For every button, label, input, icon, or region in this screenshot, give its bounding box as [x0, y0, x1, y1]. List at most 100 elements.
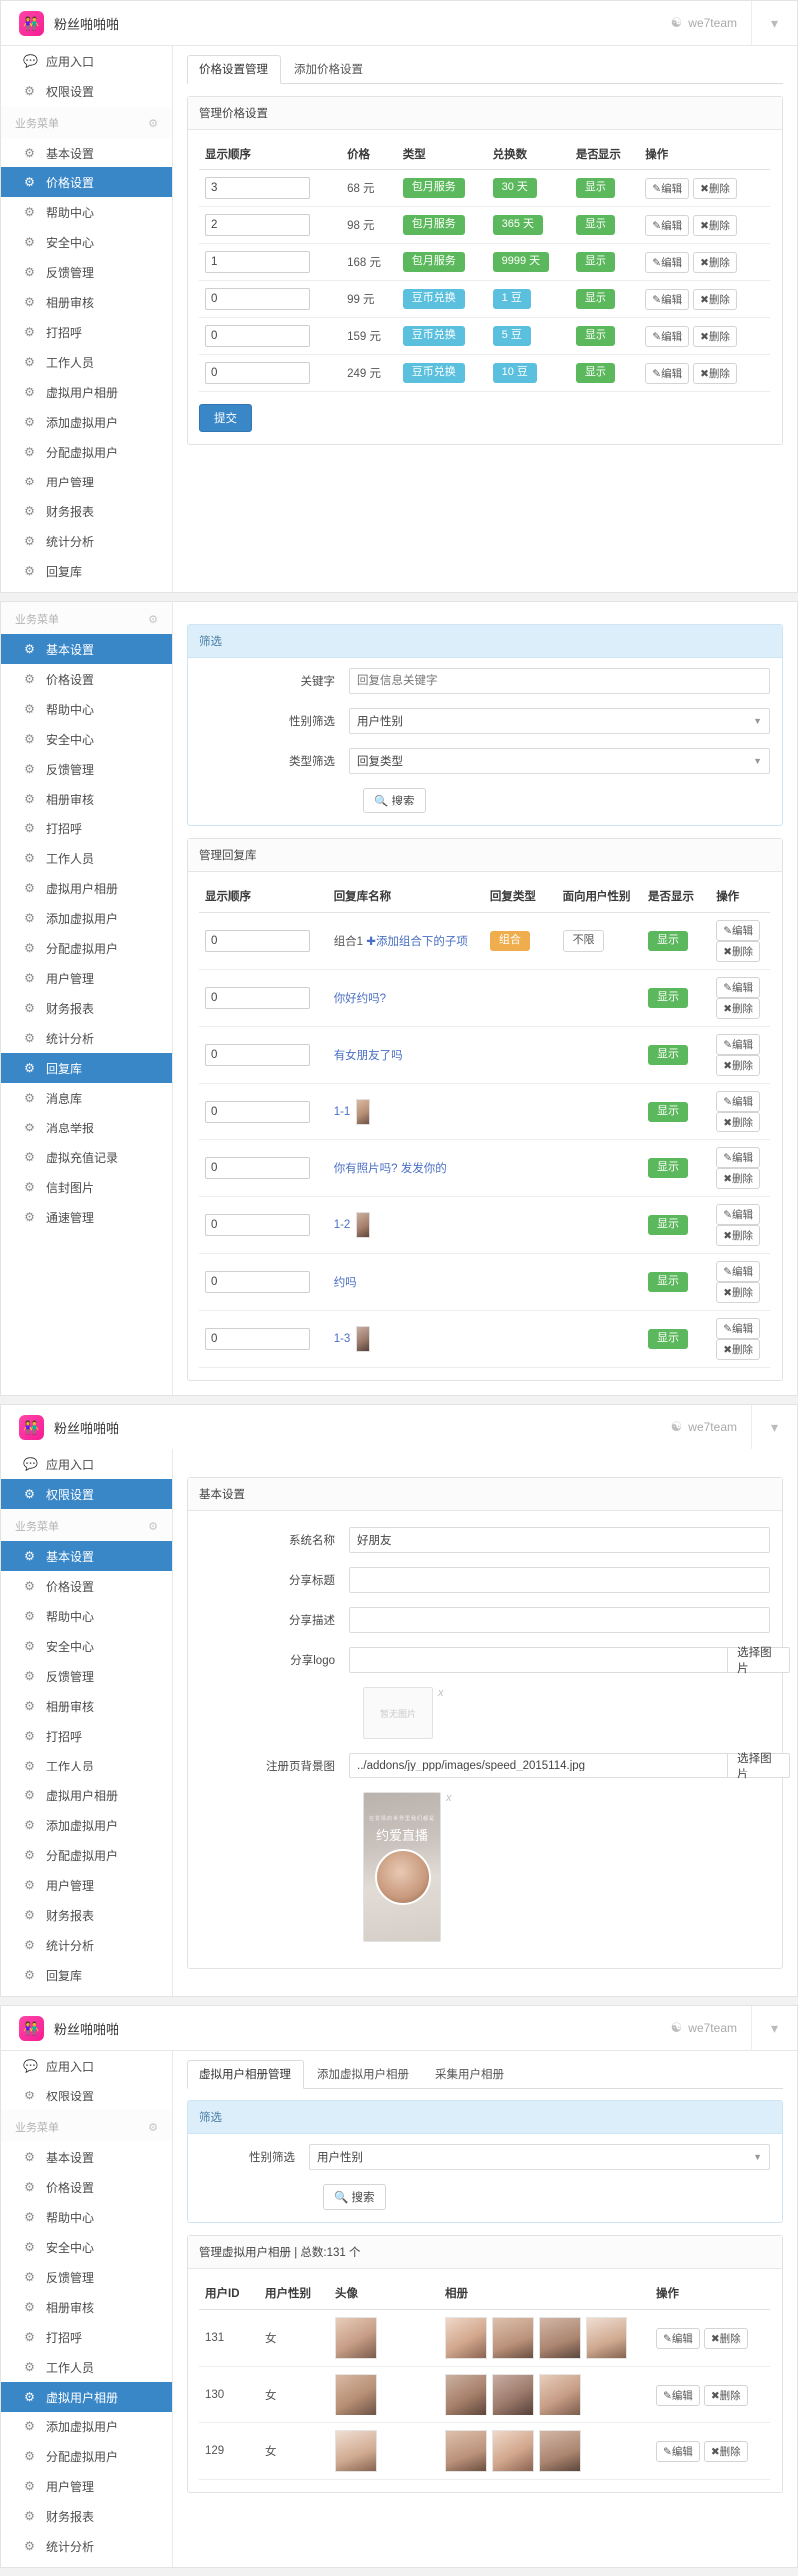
edit-button[interactable]: ✎编辑: [716, 1318, 760, 1339]
sidebar-item-app-entry[interactable]: 💬应用入口: [1, 1449, 172, 1479]
sidebar-item-add-virtual-user[interactable]: ⚙添加虚拟用户: [1, 903, 172, 933]
order-input[interactable]: [205, 177, 310, 199]
reply-name[interactable]: 有女朋友了吗: [334, 1050, 403, 1062]
edit-button[interactable]: ✎编辑: [716, 920, 760, 941]
account-area[interactable]: ☯ we7team: [671, 1419, 751, 1435]
sidebar-item-security-center[interactable]: ⚙安全中心: [1, 724, 172, 754]
sidebar-item-feedback[interactable]: ⚙反馈管理: [1, 754, 172, 784]
delete-button[interactable]: ✖删除: [704, 2441, 748, 2462]
share-logo-input[interactable]: [349, 1647, 727, 1673]
delete-button[interactable]: ✖删除: [716, 1112, 760, 1132]
show-badge[interactable]: 显示: [648, 1272, 688, 1292]
tab-virtual-album-manage[interactable]: 虚拟用户相册管理: [187, 2060, 304, 2089]
remove-image-button[interactable]: x: [446, 1792, 452, 1804]
delete-button[interactable]: ✖删除: [693, 252, 737, 273]
show-badge[interactable]: 显示: [576, 252, 615, 272]
album-photo[interactable]: [539, 2430, 581, 2472]
order-input[interactable]: [205, 288, 310, 310]
delete-button[interactable]: ✖删除: [716, 1225, 760, 1246]
order-input[interactable]: [205, 1044, 310, 1066]
show-badge[interactable]: 显示: [576, 178, 615, 198]
gear-icon[interactable]: ⚙: [148, 1520, 158, 1533]
reply-name[interactable]: 你好约吗?: [334, 993, 386, 1005]
remove-image-button[interactable]: x: [438, 1687, 444, 1699]
sidebar-item-add-virtual-user[interactable]: ⚙添加虚拟用户: [1, 2412, 172, 2441]
delete-button[interactable]: ✖删除: [704, 2328, 748, 2349]
sidebar-item-assign-virtual-user[interactable]: ⚙分配虚拟用户: [1, 933, 172, 963]
sidebar-item-security-center[interactable]: ⚙安全中心: [1, 227, 172, 257]
sidebar-item-feedback[interactable]: ⚙反馈管理: [1, 1661, 172, 1691]
sidebar-item-speed-management[interactable]: ⚙通速管理: [1, 1202, 172, 1232]
album-photo[interactable]: [586, 2317, 627, 2359]
chevron-down-icon[interactable]: ▾: [751, 1405, 797, 1449]
show-badge[interactable]: 显示: [648, 1045, 688, 1065]
chevron-down-icon[interactable]: ▾: [751, 1, 797, 46]
search-button[interactable]: 🔍 搜索: [363, 788, 426, 813]
sidebar-item-feedback[interactable]: ⚙反馈管理: [1, 2262, 172, 2292]
sidebar-item-greeting[interactable]: ⚙打招呼: [1, 317, 172, 347]
sidebar-item-assign-virtual-user[interactable]: ⚙分配虚拟用户: [1, 1840, 172, 1870]
sidebar-item-feedback[interactable]: ⚙反馈管理: [1, 257, 172, 287]
edit-button[interactable]: ✎编辑: [645, 289, 689, 310]
show-badge[interactable]: 显示: [648, 1158, 688, 1178]
gear-icon[interactable]: ⚙: [148, 613, 158, 626]
sidebar-item-user-management[interactable]: ⚙用户管理: [1, 467, 172, 496]
sidebar-item-album-review[interactable]: ⚙相册审核: [1, 2292, 172, 2322]
sidebar-item-price-settings[interactable]: ⚙价格设置: [1, 167, 172, 197]
brand[interactable]: 👫 粉丝啪啪啪: [1, 2016, 173, 2041]
delete-button[interactable]: ✖删除: [716, 1282, 760, 1303]
account-area[interactable]: ☯ we7team: [671, 2020, 751, 2036]
sidebar-item-statistics[interactable]: ⚙统计分析: [1, 526, 172, 556]
sidebar-item-greeting[interactable]: ⚙打招呼: [1, 813, 172, 843]
edit-button[interactable]: ✎编辑: [716, 1091, 760, 1112]
show-badge[interactable]: 显示: [576, 326, 615, 346]
sidebar-item-user-management[interactable]: ⚙用户管理: [1, 963, 172, 993]
order-input[interactable]: [205, 362, 310, 384]
album-photo[interactable]: [445, 2430, 487, 2472]
order-input[interactable]: [205, 214, 310, 236]
edit-button[interactable]: ✎编辑: [645, 326, 689, 347]
edit-button[interactable]: ✎编辑: [656, 2328, 700, 2349]
add-subitem-link[interactable]: ✚添加组合下的子项: [366, 936, 468, 948]
edit-button[interactable]: ✎编辑: [716, 1147, 760, 1168]
sidebar-item-statistics[interactable]: ⚙统计分析: [1, 1930, 172, 1960]
edit-button[interactable]: ✎编辑: [645, 178, 689, 199]
share-title-input[interactable]: [349, 1567, 770, 1593]
sidebar-item-help-center[interactable]: ⚙帮助中心: [1, 2202, 172, 2232]
tab-collect-user-album[interactable]: 采集用户相册: [422, 2060, 517, 2089]
delete-button[interactable]: ✖删除: [716, 1168, 760, 1189]
sidebar-item-permission[interactable]: ⚙ 权限设置: [1, 76, 172, 106]
reply-name[interactable]: 1-3: [334, 1333, 351, 1345]
sidebar-item-reply-library[interactable]: ⚙回复库: [1, 556, 172, 586]
type-filter-select[interactable]: 回复类型 ▼: [349, 748, 770, 774]
gender-filter-select[interactable]: 用户性别 ▼: [309, 2144, 770, 2170]
album-photo[interactable]: [539, 2317, 581, 2359]
tab-add-virtual-album[interactable]: 添加虚拟用户相册: [304, 2060, 422, 2089]
order-input[interactable]: [205, 930, 310, 952]
keyword-input[interactable]: [349, 668, 770, 694]
show-badge[interactable]: 显示: [648, 988, 688, 1008]
sidebar-item-album-review[interactable]: ⚙相册审核: [1, 1691, 172, 1721]
gear-icon[interactable]: ⚙: [148, 2121, 158, 2134]
gear-icon[interactable]: ⚙: [148, 117, 158, 130]
edit-button[interactable]: ✎编辑: [656, 2441, 700, 2462]
brand[interactable]: 👫 粉丝啪啪啪: [1, 11, 173, 36]
delete-button[interactable]: ✖删除: [693, 289, 737, 310]
show-badge[interactable]: 显示: [576, 215, 615, 235]
share-logo-pick-button[interactable]: 选择图片: [727, 1647, 789, 1673]
delete-button[interactable]: ✖删除: [716, 998, 760, 1019]
sidebar-item-statistics[interactable]: ⚙统计分析: [1, 1023, 172, 1053]
delete-button[interactable]: ✖删除: [716, 1055, 760, 1076]
show-badge[interactable]: 显示: [648, 1102, 688, 1122]
sidebar-item-virtual-recharge-log[interactable]: ⚙虚拟充值记录: [1, 1142, 172, 1172]
show-badge[interactable]: 显示: [648, 1329, 688, 1349]
sidebar-item-assign-virtual-user[interactable]: ⚙分配虚拟用户: [1, 437, 172, 467]
sidebar-item-finance-report[interactable]: ⚙财务报表: [1, 2501, 172, 2531]
sidebar-item-security-center[interactable]: ⚙安全中心: [1, 2232, 172, 2262]
sidebar-item-user-management[interactable]: ⚙用户管理: [1, 2471, 172, 2501]
sidebar-item-help-center[interactable]: ⚙帮助中心: [1, 197, 172, 227]
share-desc-input[interactable]: [349, 1607, 770, 1633]
sidebar-item-app-entry[interactable]: 💬应用入口: [1, 2051, 172, 2081]
show-badge[interactable]: 显示: [648, 931, 688, 951]
sidebar-item-help-center[interactable]: ⚙帮助中心: [1, 694, 172, 724]
